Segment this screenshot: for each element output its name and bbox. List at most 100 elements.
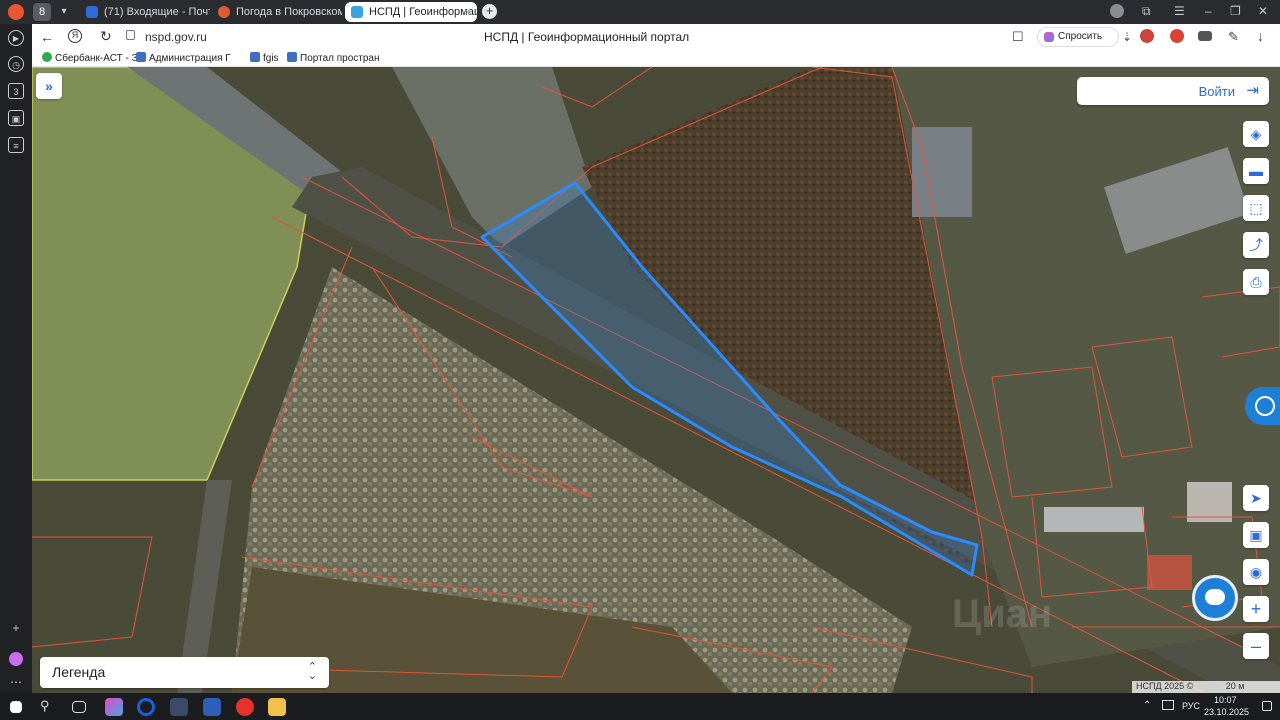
chat-icon <box>1205 589 1225 605</box>
login-icon: ⇥ <box>1246 82 1259 99</box>
emblem-icon <box>250 52 260 62</box>
file-explorer-icon[interactable] <box>268 698 286 716</box>
browser-logo-icon[interactable] <box>8 4 24 20</box>
bookmark-fgis[interactable]: fgis <box>250 52 279 64</box>
badge-3-icon[interactable]: 3 <box>8 83 24 99</box>
tab-bar: 8 ▾ (71) Входящие - Почта М Погода в Пок… <box>0 0 1280 24</box>
windows-taskbar: ⚲ ⌃ РУС 10:07 23.10.2025 <box>0 693 1280 720</box>
zoom-out-button[interactable]: – <box>1243 633 1269 659</box>
minimize-icon[interactable]: – <box>1205 4 1212 18</box>
lock-icon <box>126 30 135 40</box>
tab-count-badge[interactable]: 8 <box>33 3 51 21</box>
legend-label: Легенда <box>52 664 106 680</box>
ruler-button[interactable]: ▬ <box>1243 158 1269 184</box>
building <box>1044 507 1144 532</box>
tab-label: НСПД | Геоинформаци <box>369 6 477 18</box>
screenshot-icon[interactable]: ▣ <box>8 110 24 126</box>
notes-icon[interactable]: ≡ <box>8 137 24 153</box>
tab-mail[interactable]: (71) Входящие - Почта М <box>80 2 210 22</box>
geo-icon: ◉ <box>1249 563 1263 580</box>
browser-sidebar: ▶ ◷ 3 ▣ ≡ + ⋯ <box>0 24 32 693</box>
login-label: Войти <box>1198 84 1235 99</box>
app-2-icon[interactable] <box>137 698 155 716</box>
extension-3-icon[interactable] <box>1198 31 1212 41</box>
url-text[interactable]: nspd.gov.ru <box>145 30 207 44</box>
bookmark-sberbank[interactable]: Сбербанк-АСТ - З <box>42 52 138 64</box>
screen-icon: ▣ <box>1249 526 1263 543</box>
new-tab-button[interactable]: + <box>482 4 497 19</box>
chat-button[interactable] <box>1192 575 1238 621</box>
print-icon: ⎙ <box>1250 273 1262 290</box>
watermark-text: Циан <box>952 592 1053 636</box>
clock-date[interactable]: 23.10.2025 <box>1204 707 1249 717</box>
select-area-button[interactable]: ⬚ <box>1243 195 1269 221</box>
expand-panel-button[interactable]: » <box>36 73 62 99</box>
mail-icon <box>86 6 98 18</box>
ask-button[interactable]: Спросить <box>1037 27 1119 47</box>
attribution-text: НСПД 2025 © <box>1136 681 1194 691</box>
yandex-icon[interactable]: Я <box>68 29 82 43</box>
ask-label: Спросить <box>1058 31 1103 42</box>
windows-start-icon[interactable] <box>10 701 22 713</box>
screen-button[interactable]: ▣ <box>1243 522 1269 548</box>
extension-4-icon[interactable]: ✎ <box>1228 29 1239 45</box>
tray-chevron-icon[interactable]: ⌃ <box>1143 700 1151 711</box>
locate-button[interactable]: ➤ <box>1243 485 1269 511</box>
legend-panel[interactable]: Легенда ⌃ ⌄ <box>40 657 329 688</box>
ruler-icon: ▬ <box>1249 163 1263 179</box>
satellite-map[interactable] <box>32 67 1280 693</box>
close-tab-icon[interactable]: × <box>464 5 471 19</box>
alice-icon[interactable] <box>9 652 23 666</box>
zoom-in-button[interactable]: + <box>1243 596 1269 622</box>
tab-weather[interactable]: Погода в Покровском — <box>212 2 342 22</box>
geo-button[interactable]: ◉ <box>1243 559 1269 585</box>
app-1-icon[interactable] <box>105 698 123 716</box>
add-panel-icon[interactable]: + <box>8 620 24 636</box>
address-bar: ← Я ↻ nspd.gov.ru НСПД | Геоинформационн… <box>32 24 1280 50</box>
yandex-icon[interactable] <box>236 698 254 716</box>
ask-icon <box>1044 32 1054 42</box>
bookmark-icon[interactable]: ☐ <box>1012 29 1024 45</box>
download-icon[interactable]: ⇣ <box>1122 30 1132 44</box>
share-button[interactable]: ⤴ <box>1243 232 1269 258</box>
more-icon[interactable]: ⋯ <box>8 674 24 690</box>
network-icon[interactable] <box>1162 700 1174 710</box>
tab-label: (71) Входящие - Почта М <box>104 6 210 18</box>
language-indicator[interactable]: РУС <box>1182 701 1200 711</box>
emblem-icon <box>136 52 146 62</box>
extension-2-icon[interactable] <box>1170 29 1184 43</box>
locate-icon: ➤ <box>1250 489 1262 506</box>
login-button[interactable]: Войти ⇥ <box>1077 77 1269 105</box>
clock-time[interactable]: 10:07 <box>1214 695 1237 705</box>
back-icon[interactable]: ← <box>40 29 54 45</box>
reload-icon[interactable]: ↻ <box>100 28 112 45</box>
profile-icon[interactable] <box>1110 4 1124 18</box>
tabs-dropdown-icon[interactable]: ▾ <box>56 3 72 21</box>
play-icon[interactable]: ▶ <box>8 30 24 46</box>
tab-nspd[interactable]: НСПД | Геоинформаци × <box>345 2 477 22</box>
bookmark-administration[interactable]: Администрация Г <box>136 52 231 64</box>
layers-icon: ◈ <box>1250 125 1262 142</box>
yandex-browser-icon[interactable] <box>170 698 188 716</box>
feedback-tab[interactable] <box>1245 387 1280 425</box>
close-window-icon[interactable]: ✕ <box>1258 4 1268 18</box>
zoom-in-icon: + <box>1250 598 1262 619</box>
downloads-icon[interactable]: ↓ <box>1257 28 1264 44</box>
collections-icon[interactable]: ⧉ <box>1142 4 1151 19</box>
search-icon[interactable]: ⚲ <box>40 698 58 716</box>
zoom-out-icon: – <box>1250 635 1261 656</box>
map-view[interactable]: Циан » Войти ⇥ ◈ ▬ ⬚ ⤴ ⎙ ➤ ▣ ◉ + – Леген… <box>32 67 1280 693</box>
emblem-icon <box>287 52 297 62</box>
word-icon[interactable] <box>203 698 221 716</box>
bookmark-portal[interactable]: Портал простран <box>287 52 380 64</box>
feedback-icon <box>1255 396 1275 416</box>
extension-1-icon[interactable] <box>1140 29 1154 43</box>
task-view-icon[interactable] <box>72 701 86 713</box>
restore-icon[interactable]: ❐ <box>1230 4 1241 18</box>
history-icon[interactable]: ◷ <box>8 56 24 72</box>
layers-button[interactable]: ◈ <box>1243 121 1269 147</box>
notifications-icon[interactable] <box>1262 701 1272 711</box>
select-area-icon: ⬚ <box>1249 199 1263 216</box>
print-button[interactable]: ⎙ <box>1243 269 1269 295</box>
menu-icon[interactable]: ☰ <box>1174 4 1185 18</box>
